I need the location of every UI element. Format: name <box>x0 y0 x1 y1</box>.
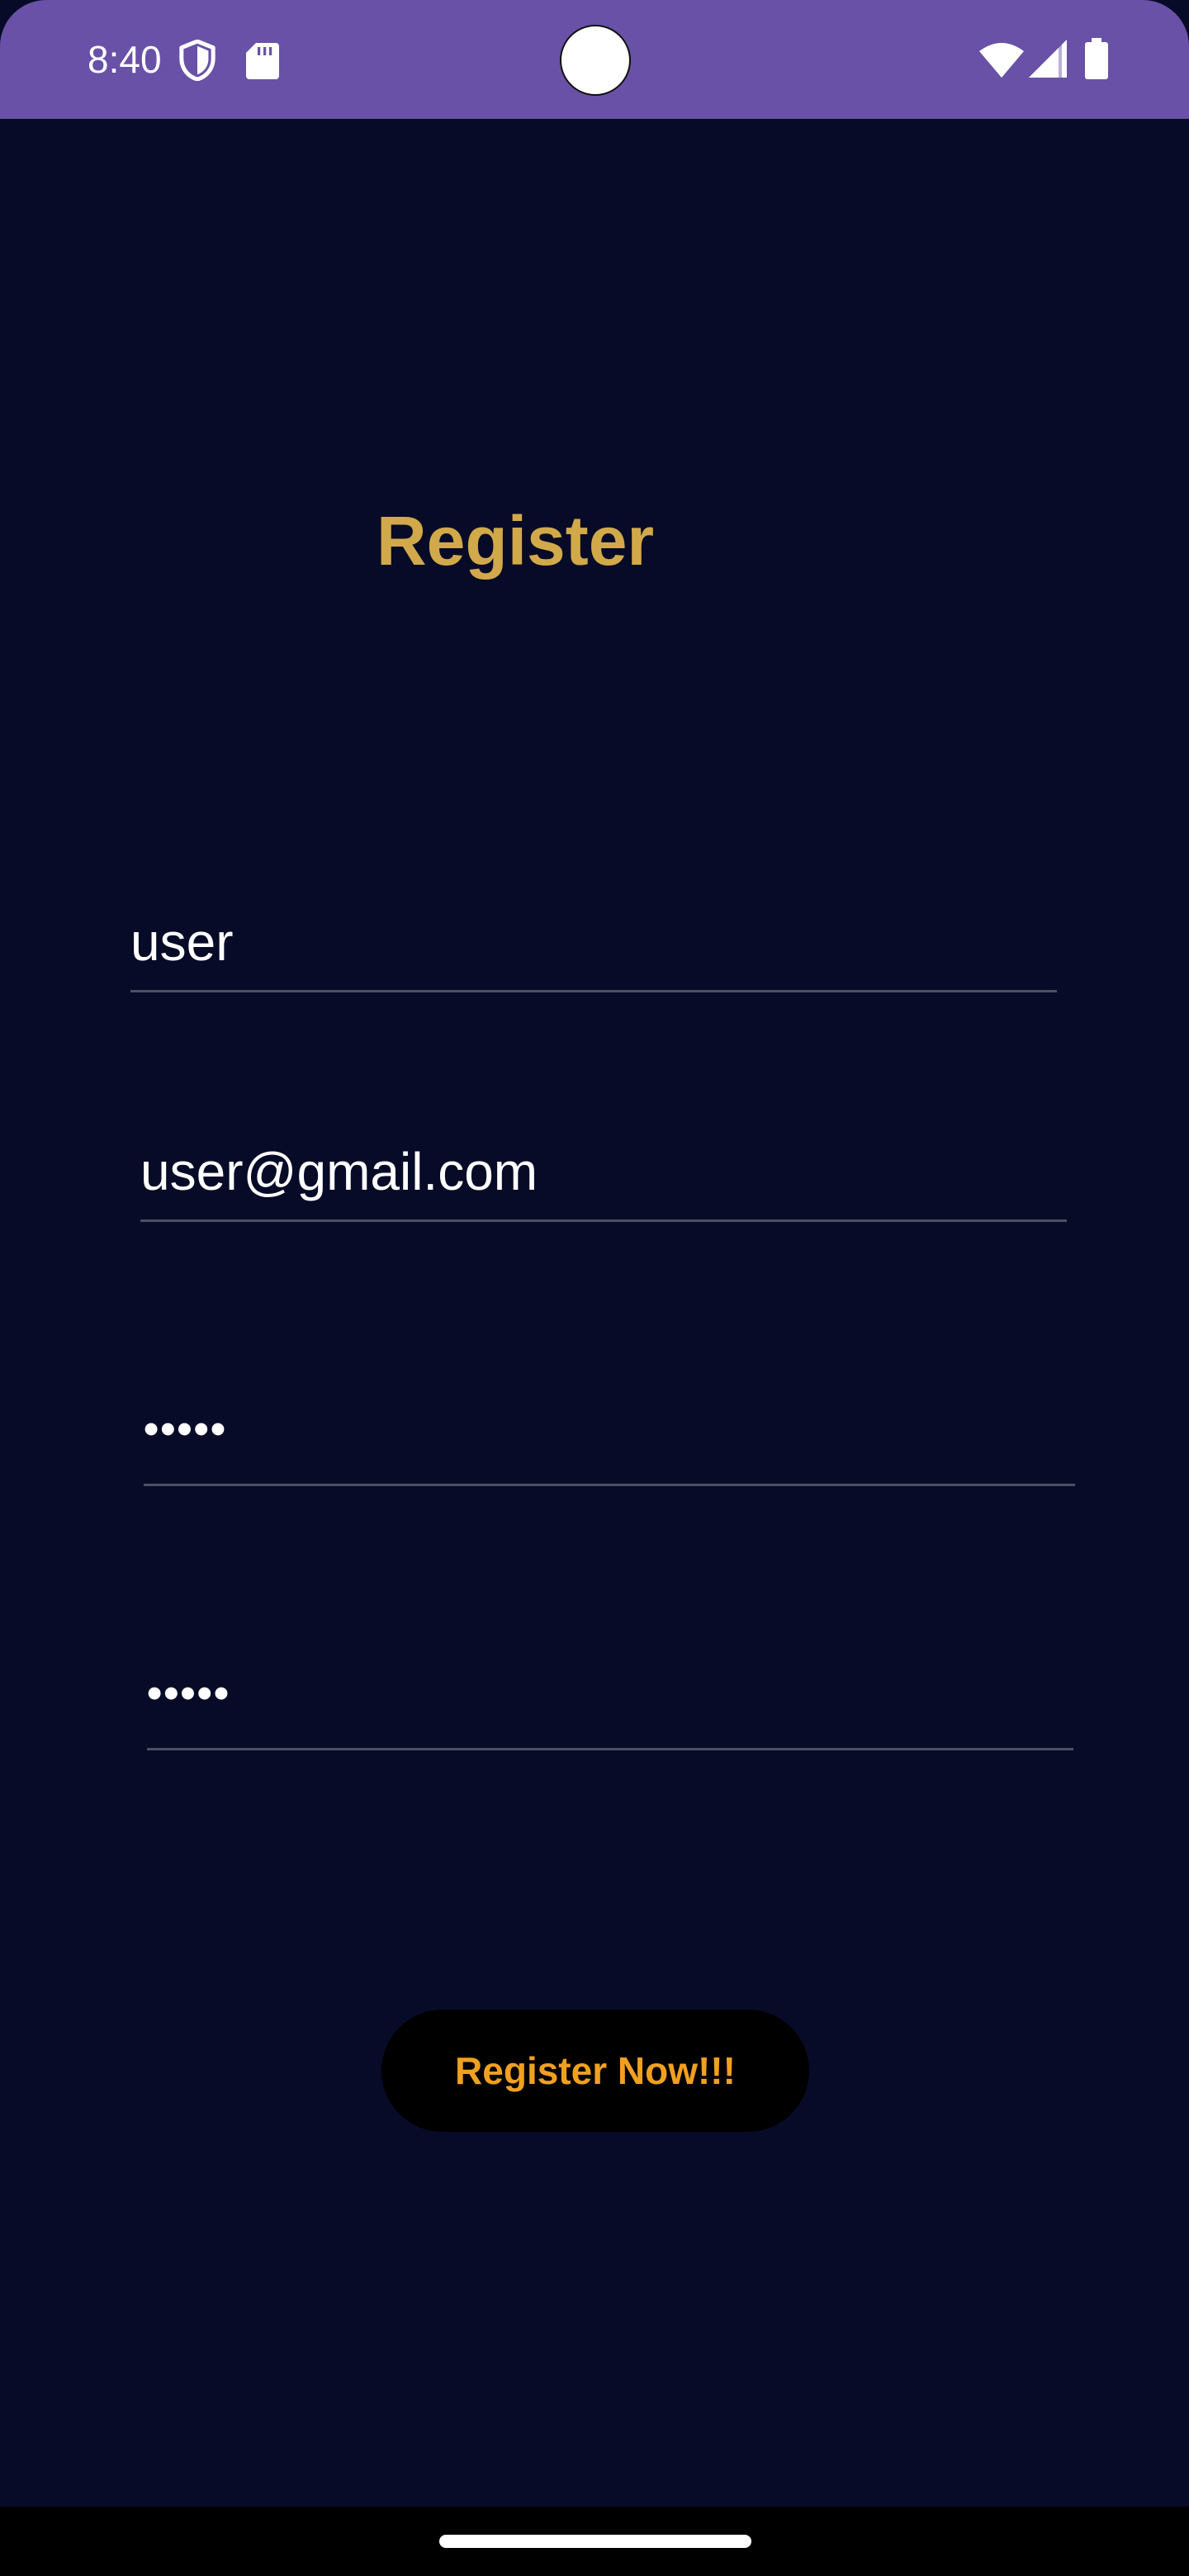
status-bar: 8:40 <box>0 0 1189 119</box>
password-field[interactable]: ••••• <box>144 1387 1075 1486</box>
email-field[interactable]: user@gmail.com <box>140 1123 1067 1222</box>
register-screen <box>0 119 1189 2507</box>
battery-icon <box>1085 38 1108 79</box>
username-field[interactable]: user <box>130 893 1057 992</box>
camera-cutout <box>560 25 631 96</box>
register-now-button[interactable]: Register Now!!! <box>381 2010 809 2132</box>
sd-card-icon <box>246 43 279 79</box>
cell-signal-icon <box>1029 40 1067 78</box>
password-value: ••••• <box>144 1405 228 1453</box>
confirm-password-field[interactable]: ••••• <box>147 1651 1073 1750</box>
navigation-bar <box>0 2507 1189 2576</box>
page-title: Register <box>377 502 655 580</box>
username-value: user <box>130 912 234 972</box>
wifi-icon <box>979 43 1024 78</box>
email-value: user@gmail.com <box>140 1142 538 1201</box>
shield-icon <box>179 40 216 81</box>
home-handle[interactable] <box>439 2535 751 2548</box>
confirm-password-value: ••••• <box>147 1669 231 1717</box>
status-time: 8:40 <box>88 38 162 81</box>
